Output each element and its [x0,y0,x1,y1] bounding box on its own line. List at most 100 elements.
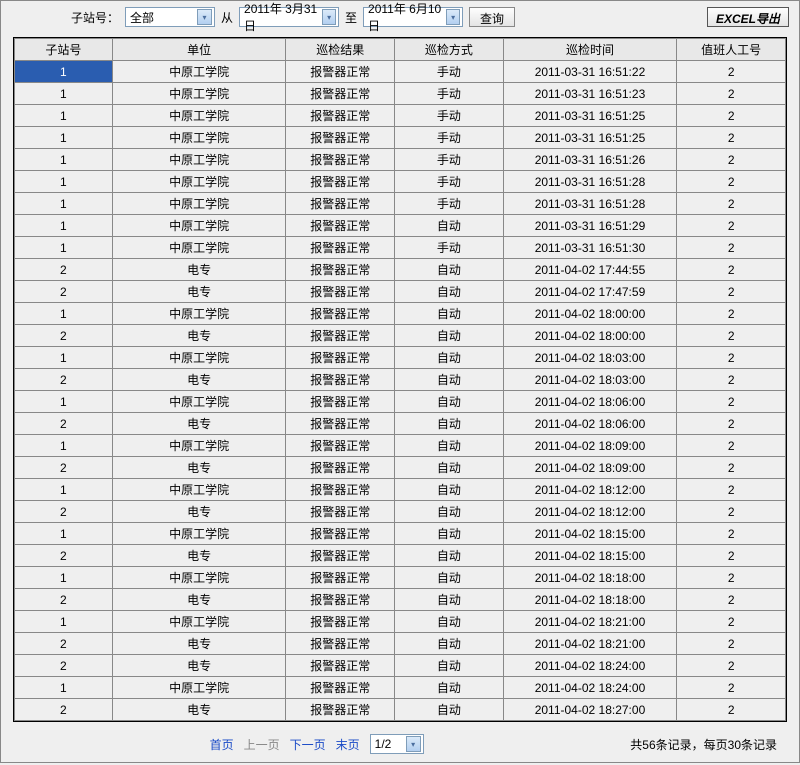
cell-unit: 中原工学院 [112,435,286,457]
col-header-worker[interactable]: 值班人工号 [677,39,786,61]
table-row[interactable]: 2电专报警器正常自动2011-04-02 18:15:002 [15,545,786,567]
table-row[interactable]: 2电专报警器正常自动2011-04-02 18:24:002 [15,655,786,677]
query-button[interactable]: 查询 [469,7,515,27]
cell-result: 报警器正常 [286,633,395,655]
table-row[interactable]: 1中原工学院报警器正常自动2011-04-02 18:09:002 [15,435,786,457]
prev-page-link[interactable]: 上一页 [244,736,280,753]
cell-time: 2011-03-31 16:51:29 [503,215,677,237]
col-header-time[interactable]: 巡检时间 [503,39,677,61]
cell-time: 2011-03-31 16:51:25 [503,105,677,127]
cell-worker: 2 [677,699,786,721]
next-page-link[interactable]: 下一页 [290,736,326,753]
cell-result: 报警器正常 [286,281,395,303]
table-row[interactable]: 1中原工学院报警器正常手动2011-03-31 16:51:222 [15,61,786,83]
col-header-method[interactable]: 巡检方式 [395,39,504,61]
table-row[interactable]: 1中原工学院报警器正常手动2011-03-31 16:51:252 [15,127,786,149]
page-select[interactable]: 1/2 ▾ [370,734,424,754]
last-page-link[interactable]: 末页 [336,736,360,753]
to-date-picker[interactable]: 2011年 6月10日 ▾ [363,7,463,27]
cell-time: 2011-04-02 18:09:00 [503,457,677,479]
cell-result: 报警器正常 [286,457,395,479]
cell-result: 报警器正常 [286,501,395,523]
cell-time: 2011-03-31 16:51:28 [503,171,677,193]
cell-id: 2 [15,457,113,479]
cell-unit: 中原工学院 [112,611,286,633]
cell-result: 报警器正常 [286,413,395,435]
cell-unit: 电专 [112,699,286,721]
cell-time: 2011-03-31 16:51:28 [503,193,677,215]
table-row[interactable]: 1中原工学院报警器正常自动2011-04-02 18:00:002 [15,303,786,325]
table-row[interactable]: 1中原工学院报警器正常自动2011-04-02 18:12:002 [15,479,786,501]
cell-worker: 2 [677,193,786,215]
cell-method: 自动 [395,633,504,655]
col-header-result[interactable]: 巡检结果 [286,39,395,61]
table-row[interactable]: 2电专报警器正常自动2011-04-02 18:21:002 [15,633,786,655]
table-row[interactable]: 1中原工学院报警器正常自动2011-04-02 18:06:002 [15,391,786,413]
table-row[interactable]: 1中原工学院报警器正常自动2011-04-02 18:18:002 [15,567,786,589]
cell-unit: 电专 [112,413,286,435]
table-row[interactable]: 1中原工学院报警器正常手动2011-03-31 16:51:302 [15,237,786,259]
table-row[interactable]: 1中原工学院报警器正常自动2011-04-02 18:03:002 [15,347,786,369]
cell-result: 报警器正常 [286,149,395,171]
cell-time: 2011-04-02 18:09:00 [503,435,677,457]
cell-time: 2011-03-31 16:51:30 [503,237,677,259]
table-row[interactable]: 1中原工学院报警器正常自动2011-04-02 18:15:002 [15,523,786,545]
cell-id: 1 [15,171,113,193]
cell-id: 2 [15,501,113,523]
station-select-value: 全部 [130,9,154,26]
table-row[interactable]: 2电专报警器正常自动2011-04-02 18:18:002 [15,589,786,611]
station-select[interactable]: 全部 ▾ [125,7,215,27]
table-row[interactable]: 2电专报警器正常自动2011-04-02 18:09:002 [15,457,786,479]
table-row[interactable]: 2电专报警器正常自动2011-04-02 18:27:002 [15,699,786,721]
cell-time: 2011-03-31 16:51:25 [503,127,677,149]
table-row[interactable]: 1中原工学院报警器正常手动2011-03-31 16:51:232 [15,83,786,105]
table-row[interactable]: 2电专报警器正常自动2011-04-02 18:00:002 [15,325,786,347]
cell-time: 2011-04-02 18:24:00 [503,655,677,677]
cell-result: 报警器正常 [286,611,395,633]
cell-worker: 2 [677,611,786,633]
col-header-unit[interactable]: 单位 [112,39,286,61]
table-row[interactable]: 1中原工学院报警器正常手动2011-03-31 16:51:282 [15,171,786,193]
cell-time: 2011-03-31 16:51:23 [503,83,677,105]
table-row[interactable]: 1中原工学院报警器正常自动2011-03-31 16:51:292 [15,215,786,237]
cell-method: 自动 [395,215,504,237]
table-row[interactable]: 2电专报警器正常自动2011-04-02 17:47:592 [15,281,786,303]
cell-id: 2 [15,259,113,281]
table-row[interactable]: 1中原工学院报警器正常自动2011-04-02 18:24:002 [15,677,786,699]
cell-worker: 2 [677,171,786,193]
cell-worker: 2 [677,523,786,545]
table-row[interactable]: 1中原工学院报警器正常手动2011-03-31 16:51:282 [15,193,786,215]
table-row[interactable]: 2电专报警器正常自动2011-04-02 17:44:552 [15,259,786,281]
from-date-picker[interactable]: 2011年 3月31日 ▾ [239,7,339,27]
table-row[interactable]: 1中原工学院报警器正常手动2011-03-31 16:51:252 [15,105,786,127]
cell-result: 报警器正常 [286,391,395,413]
cell-unit: 中原工学院 [112,193,286,215]
from-label: 从 [221,9,233,26]
cell-unit: 中原工学院 [112,347,286,369]
cell-method: 自动 [395,325,504,347]
cell-result: 报警器正常 [286,435,395,457]
cell-result: 报警器正常 [286,369,395,391]
table-row[interactable]: 1中原工学院报警器正常手动2011-03-31 16:51:262 [15,149,786,171]
table-row[interactable]: 2电专报警器正常自动2011-04-02 18:03:002 [15,369,786,391]
cell-method: 自动 [395,655,504,677]
excel-export-button[interactable]: EXCEL导出 [707,7,789,27]
table-body: 1中原工学院报警器正常手动2011-03-31 16:51:2221中原工学院报… [15,61,786,721]
table-row[interactable]: 1中原工学院报警器正常自动2011-04-02 18:21:002 [15,611,786,633]
cell-unit: 中原工学院 [112,127,286,149]
cell-id: 1 [15,61,113,83]
cell-id: 1 [15,567,113,589]
cell-id: 2 [15,325,113,347]
cell-worker: 2 [677,303,786,325]
table-row[interactable]: 2电专报警器正常自动2011-04-02 18:12:002 [15,501,786,523]
cell-unit: 电专 [112,655,286,677]
col-header-id[interactable]: 子站号 [15,39,113,61]
first-page-link[interactable]: 首页 [210,736,234,753]
cell-worker: 2 [677,61,786,83]
cell-worker: 2 [677,127,786,149]
cell-id: 1 [15,347,113,369]
cell-unit: 电专 [112,259,286,281]
cell-result: 报警器正常 [286,193,395,215]
cell-time: 2011-04-02 18:21:00 [503,611,677,633]
table-row[interactable]: 2电专报警器正常自动2011-04-02 18:06:002 [15,413,786,435]
